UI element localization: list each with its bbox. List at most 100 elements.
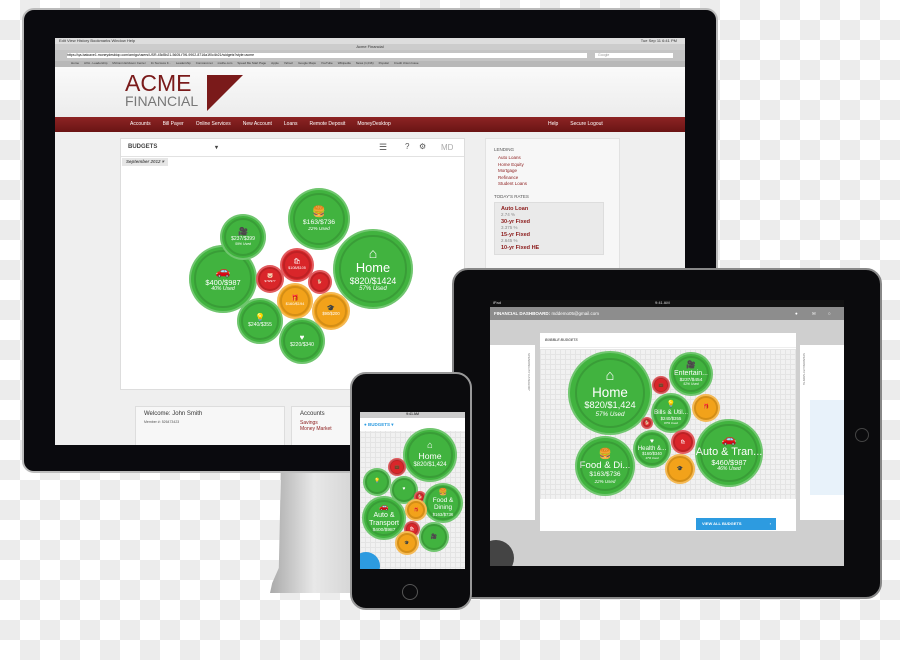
nav-bill-payer[interactable]: Bill Payer — [163, 121, 184, 127]
user-icon[interactable]: ● — [795, 307, 798, 320]
account-link-money-market[interactable]: Money Market — [300, 426, 342, 432]
list-view-icon[interactable]: ☰ — [379, 142, 387, 153]
bookmark-item[interactable]: Home — [71, 61, 79, 65]
bookmark-item[interactable]: YouTube — [321, 61, 333, 65]
bubble-used: 40% Used — [211, 286, 235, 293]
bookmark-item[interactable]: Leadership — [176, 61, 191, 65]
gear-icon[interactable]: ⚙ — [419, 142, 426, 151]
heart-icon: ♥ — [299, 333, 305, 343]
ipad-home-button[interactable] — [855, 428, 869, 442]
budget-bubble[interactable]: 🛍 — [671, 430, 695, 454]
bubble-label: Bills & Util... — [653, 409, 689, 417]
budget-bubble[interactable]: 🎥 $237/$399 59% Used — [220, 214, 266, 260]
accounts-panel: Accounts Savings Money Market — [291, 406, 351, 445]
budget-bubble[interactable]: ⌂ Home $820/$1424 57% Used — [333, 229, 413, 309]
bookmark-item[interactable]: Apple — [271, 61, 279, 65]
graduation-cap-icon: 🎓 — [404, 539, 410, 545]
iphone-header[interactable]: ● BUDGETS ▾ — [360, 418, 465, 431]
budget-bubble[interactable]: 🎥 — [419, 522, 449, 552]
iphone-menu-button[interactable] — [360, 552, 380, 569]
nav-remote-deposit[interactable]: Remote Deposit — [310, 121, 346, 127]
bookmark-item[interactable]: Comcast.net — [196, 61, 213, 65]
bookmark-item[interactable]: mathe.com — [218, 61, 233, 65]
heart-icon: ♥ — [650, 437, 654, 445]
browser-toolbar: https://qa-batcave1.moneydesktop.com/ami… — [55, 50, 685, 61]
budget-bubble[interactable]: 🚗 Auto & Tran... $460/$987 46% Used — [695, 419, 763, 487]
menu-window[interactable]: Window — [111, 38, 125, 43]
gift-icon: 🎁 — [413, 506, 419, 512]
menu-history[interactable]: History — [77, 38, 89, 43]
budget-bubble[interactable]: 💡 Bills & Util... $240/$355 67% Used — [651, 393, 691, 433]
iphone-screen: 9:41 AM ● BUDGETS ▾ ⌂ Home $820/$1,424 💼 💡 ♥ 🐕… — [360, 412, 465, 569]
search-field[interactable]: Google — [595, 53, 673, 58]
ipad-menu-button[interactable] — [490, 540, 514, 566]
budget-bubble[interactable]: 🐕 — [641, 417, 653, 429]
bookmark-item[interactable]: Yahoo! — [284, 61, 293, 65]
refresh-icon[interactable]: ○ — [828, 307, 831, 320]
budget-bubble[interactable]: 🍔 Food & Di... $163/$736 22% Used — [575, 436, 635, 496]
nav-logout[interactable]: Secure Logout — [570, 121, 603, 127]
burger-icon: 🍔 — [312, 206, 326, 219]
menu-bookmarks[interactable]: Bookmarks — [90, 38, 110, 43]
bubble-used: 52% Used — [683, 382, 699, 387]
logo[interactable]: ACME FINANCIAL — [125, 72, 243, 111]
nav-loans[interactable]: Loans — [284, 121, 298, 127]
budget-bubble[interactable]: 🎁 — [692, 394, 720, 422]
nav-accounts[interactable]: Accounts — [130, 121, 151, 127]
bookmark-item[interactable]: Credit Union Issue — [394, 61, 419, 65]
budget-bubble[interactable]: 💡 — [363, 468, 391, 496]
house-icon: ⌂ — [427, 440, 433, 452]
budget-bubble[interactable]: ♥ $220/$340 — [279, 318, 325, 364]
budget-bubble[interactable]: ⌂ Home $820/$1,424 — [403, 428, 457, 482]
bookmark-item[interactable]: Wikipedia — [338, 61, 351, 65]
budget-bubble[interactable]: 🍔 $163/$736 22% Used — [288, 188, 350, 250]
lending-link[interactable]: Student Loans — [498, 181, 611, 188]
ipad-screen: iPad 9:41 AM FINANCIAL DASHBOARD: mddemo0… — [490, 300, 844, 566]
budget-bubble[interactable]: ⌂ Home $820/$1,424 57% Used — [568, 351, 652, 435]
menu-help[interactable]: Help — [127, 38, 135, 43]
nav-help[interactable]: Help — [548, 121, 558, 127]
budget-bubble[interactable]: 🎁 — [405, 499, 427, 521]
shopping-bag-icon: 🛍 — [680, 438, 686, 444]
bookmark-item[interactable]: AXA - Leadership — [84, 61, 107, 65]
bubble-label: Home — [355, 260, 391, 276]
budget-bubble[interactable]: 💼 — [388, 458, 406, 476]
budget-bubble[interactable]: 💼 — [652, 376, 670, 394]
nav-moneydesktop[interactable]: MoneyDesktop — [357, 121, 390, 127]
nav-online-services[interactable]: Online Services — [196, 121, 231, 127]
budget-bubble[interactable]: 💡 $240/$355 — [237, 298, 283, 344]
rate-name[interactable]: 10-yr Fixed HE — [501, 245, 597, 252]
budget-bubble[interactable]: 🎥 Entertain... $237/$454 52% Used — [669, 352, 713, 396]
budget-bubble[interactable]: 🎓 — [665, 454, 695, 484]
menu-edit[interactable]: Edit — [59, 38, 66, 43]
car-icon: 🚗 — [379, 501, 389, 511]
bookmark-item[interactable]: 11 Success F... — [151, 61, 171, 65]
piggy-bank-icon: 🐷 — [266, 274, 274, 280]
nav-new-account[interactable]: New Account — [243, 121, 272, 127]
heart-icon: ♥ — [402, 487, 406, 493]
house-icon: ⌂ — [605, 367, 615, 384]
budget-bubble[interactable]: 🎓 — [395, 531, 419, 555]
bookmark-item[interactable]: Speed Me Start Page — [237, 61, 266, 65]
budget-bubble[interactable]: 🎁 $160/$194 — [277, 283, 313, 319]
bookmark-item[interactable]: News (1,016) — [356, 61, 374, 65]
bookmark-item[interactable]: Google Maps — [298, 61, 316, 65]
gift-icon: 🎁 — [702, 405, 710, 411]
bubble-amount: $160/$340 — [642, 451, 662, 457]
month-selector[interactable]: September 2012 ▾ — [122, 158, 169, 166]
help-icon[interactable]: ? — [405, 142, 409, 151]
iphone-home-button[interactable] — [402, 584, 418, 600]
budget-bubble[interactable]: 🐕 — [308, 270, 332, 294]
bookmark-item[interactable]: Popular — [379, 61, 389, 65]
view-all-budgets-button[interactable]: VIEW ALL BUDGETS › — [696, 518, 776, 530]
menu-view[interactable]: View — [67, 38, 76, 43]
budgets-dropdown[interactable]: BUDGETS ▾ — [128, 144, 218, 151]
budget-bubble[interactable]: 🍔 Food & Dining $163/$736 — [423, 483, 463, 523]
url-field[interactable]: https://qa-batcave1.moneydesktop.com/ami… — [67, 53, 587, 58]
video-camera-icon: 🎥 — [686, 359, 696, 369]
mail-icon[interactable]: ✉ — [812, 307, 816, 320]
dog-icon: 🐕 — [317, 278, 323, 284]
bookmark-item[interactable]: McCann Erickson Center — [112, 61, 145, 65]
widget-header: BUDGETS ▾ ☰ ? ⚙ MD — [121, 139, 464, 157]
bubble-label: Auto & Transport — [369, 511, 399, 527]
